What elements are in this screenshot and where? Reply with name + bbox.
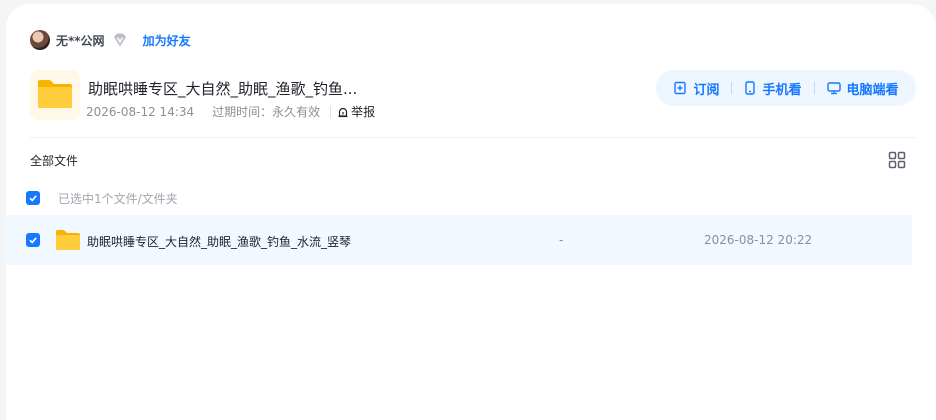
share-header: 助眠哄睡专区_大自然_助眠_渔歌_钓鱼... 2026-08-12 14:34 …	[30, 70, 916, 126]
vip-diamond-icon	[113, 33, 126, 47]
mobile-view-label: 手机看	[762, 82, 802, 98]
meta-divider	[330, 105, 332, 118]
mobile-view-button[interactable]: 手机看	[744, 79, 802, 98]
file-size: -	[559, 233, 564, 247]
sharer-info: 无**公网 加为好友	[30, 30, 191, 50]
expire-label: 过期时间：	[212, 105, 273, 119]
check-icon	[29, 195, 37, 202]
add-friend-link[interactable]: 加为好友	[143, 32, 191, 49]
share-meta: 2026-08-12 14:34 过期时间： 永久有效 举报	[86, 103, 375, 120]
file-name[interactable]: 助眠哄睡专区_大自然_助眠_渔歌_钓鱼_水流_竖琴	[87, 233, 351, 250]
view-actions: 订阅 手机看 电脑端看	[656, 70, 916, 106]
grid-view-icon[interactable]	[888, 151, 906, 169]
monitor-icon	[826, 82, 841, 95]
selected-count-text: 已选中1个文件/文件夹	[58, 191, 178, 206]
check-icon	[29, 237, 37, 244]
share-card: 无**公网 加为好友 助眠哄睡专区_大自然_助眠_渔歌_钓鱼... 2026-0…	[6, 4, 936, 420]
folder-icon	[56, 230, 80, 250]
share-title: 助眠哄睡专区_大自然_助眠_渔歌_钓鱼...	[88, 80, 358, 98]
report-link[interactable]: 举报	[337, 103, 375, 120]
report-label: 举报	[351, 105, 376, 119]
subscribe-button[interactable]: 订阅	[673, 79, 719, 98]
breadcrumb-all-files[interactable]: 全部文件	[30, 152, 78, 169]
header-divider	[30, 137, 916, 138]
subscribe-label: 订阅	[693, 82, 720, 98]
report-icon	[338, 107, 348, 117]
action-divider	[813, 82, 815, 94]
share-folder-icon	[30, 70, 80, 120]
table-row[interactable]: 助眠哄睡专区_大自然_助眠_渔歌_钓鱼_水流_竖琴 - 2026-08-12 2…	[6, 215, 912, 265]
subscribe-icon	[674, 81, 687, 95]
share-date: 2026-08-12 14:34	[86, 104, 195, 119]
select-all-checkbox[interactable]	[26, 191, 40, 205]
pc-view-label: 电脑端看	[846, 82, 899, 98]
sharer-name: 无**公网	[56, 33, 105, 48]
expire-value: 永久有效	[272, 105, 321, 119]
row-checkbox[interactable]	[26, 233, 40, 247]
select-all-row: 已选中1个文件/文件夹	[26, 190, 178, 206]
phone-icon	[745, 81, 756, 95]
avatar[interactable]	[30, 30, 50, 50]
pc-view-button[interactable]: 电脑端看	[826, 79, 899, 98]
action-divider	[731, 82, 733, 94]
file-date: 2026-08-12 20:22	[704, 233, 813, 247]
